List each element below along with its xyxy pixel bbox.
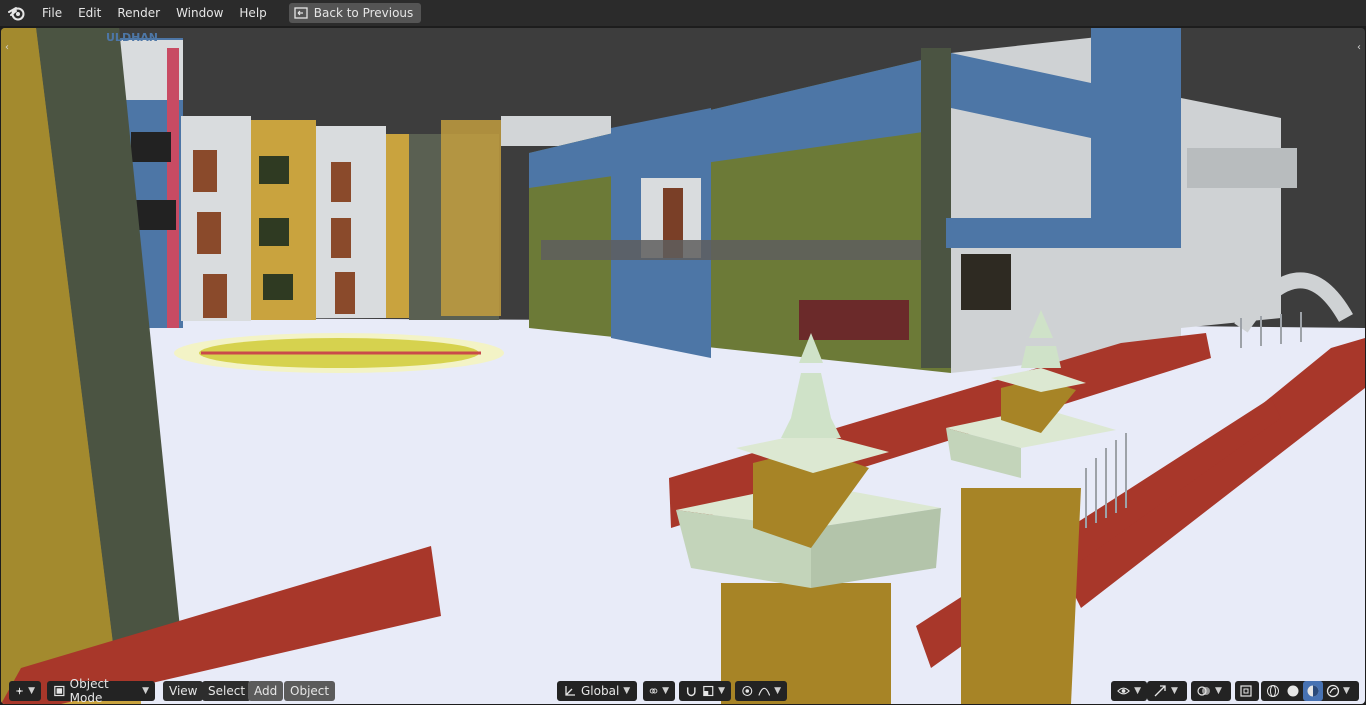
- select-menu[interactable]: Select: [202, 681, 252, 701]
- overlay-circles-icon: [1197, 686, 1210, 696]
- proportional-editing-group[interactable]: ▼: [735, 681, 787, 701]
- object-menu[interactable]: Object: [284, 681, 336, 701]
- mode-label: Object Mode: [69, 677, 109, 704]
- snap-magnet-icon: [686, 687, 696, 697]
- chevron-down-icon: ▼: [623, 686, 631, 696]
- add-menu[interactable]: Add: [248, 681, 284, 701]
- snapping-group[interactable]: ▼: [679, 681, 731, 701]
- gizmo-arrows-icon: [1154, 685, 1166, 697]
- menu-render[interactable]: Render: [109, 0, 168, 26]
- mode-select[interactable]: Object Mode ▼: [47, 677, 155, 704]
- rendered-shading-button[interactable]: [1323, 681, 1343, 701]
- menu-edit[interactable]: Edit: [70, 0, 109, 26]
- axis-orientation-icon: [565, 686, 575, 696]
- menu-file[interactable]: File: [34, 0, 70, 26]
- chevron-down-icon: ▼: [1171, 686, 1178, 696]
- proportional-edit-icon: [742, 685, 753, 697]
- view3d-editor-icon: [16, 687, 23, 695]
- chevron-down-icon: ▼: [28, 686, 35, 696]
- chevron-down-icon: ▼: [662, 686, 669, 696]
- view-menu[interactable]: View: [163, 681, 204, 701]
- visibility-button[interactable]: ▼: [1111, 681, 1147, 701]
- left-collapse-arrow-icon[interactable]: ‹: [5, 42, 9, 53]
- menu-window[interactable]: Window: [168, 0, 231, 26]
- overlays-toggle[interactable]: ▼: [1191, 681, 1231, 701]
- blender-logo-icon[interactable]: [0, 0, 34, 26]
- pivot-link-icon: [649, 688, 658, 694]
- solid-shading-button[interactable]: [1283, 681, 1303, 701]
- solid-shading-icon: [1287, 685, 1299, 697]
- chevron-down-icon: ▼: [1343, 686, 1350, 696]
- orientation-label: Global: [581, 684, 620, 698]
- rendered-shading-icon: [1326, 684, 1340, 698]
- chevron-down-icon: ▼: [718, 686, 725, 696]
- chevron-down-icon: ▼: [774, 686, 781, 696]
- wireframe-shading-icon: [1267, 685, 1279, 697]
- object-mode-icon: [54, 685, 65, 697]
- back-to-previous-label: Back to Previous: [313, 6, 414, 20]
- right-collapse-arrow-icon[interactable]: ‹: [1357, 42, 1361, 53]
- back-to-previous-button[interactable]: Back to Previous: [288, 3, 422, 23]
- scene-signage-text: ULDHAN: [106, 31, 158, 44]
- back-window-icon: [294, 7, 308, 19]
- xray-toggle[interactable]: [1235, 681, 1259, 701]
- material-shading-button[interactable]: [1303, 681, 1323, 701]
- chevron-down-icon: ▼: [1215, 686, 1222, 696]
- wireframe-shading-button[interactable]: [1263, 681, 1283, 701]
- falloff-curve-icon: [757, 687, 770, 696]
- xray-toggle-icon: [1240, 685, 1252, 697]
- material-shading-icon: [1307, 685, 1319, 697]
- editor-type-button[interactable]: ▼: [9, 681, 41, 701]
- pivot-point-button[interactable]: ▼: [643, 681, 675, 701]
- transform-orientation-select[interactable]: Global ▼: [557, 681, 637, 701]
- eye-visibility-icon: [1117, 687, 1130, 695]
- gizmo-toggle[interactable]: ▼: [1147, 681, 1187, 701]
- top-bar: File Edit Render Window Help Back to Pre…: [0, 0, 1366, 26]
- chevron-down-icon: ▼: [1134, 686, 1141, 696]
- shading-mode-group[interactable]: ▼: [1261, 681, 1359, 701]
- 3d-viewport[interactable]: ULDHAN ‹ ‹ ▼ Object Mode ▼ View Select A…: [1, 28, 1365, 704]
- viewport-header: ▼ Object Mode ▼ View Select Add Object G…: [1, 676, 1365, 704]
- scene-render: ULDHAN: [1, 28, 1365, 704]
- snap-increment-icon: [702, 685, 713, 697]
- menu-help[interactable]: Help: [231, 0, 274, 26]
- chevron-down-icon: ▼: [142, 686, 149, 696]
